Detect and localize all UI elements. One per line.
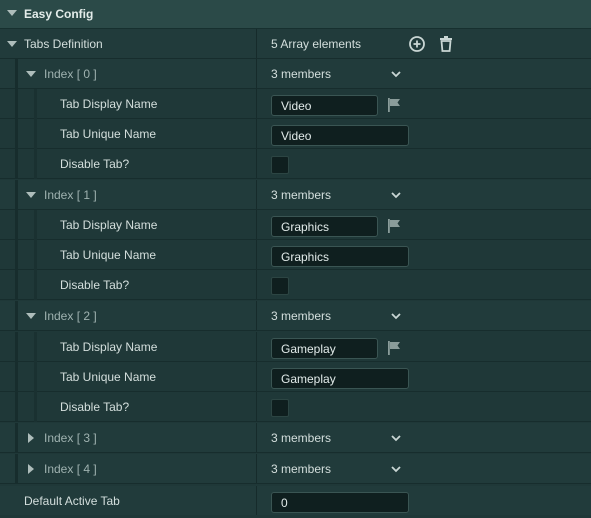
- element-index-label: Index [ 2 ]: [44, 309, 97, 323]
- trash-icon[interactable]: [437, 35, 455, 53]
- tab-unique-name-label: Tab Unique Name: [60, 127, 157, 141]
- tab-unique-name-row: Tab Unique Name Video: [0, 119, 591, 149]
- details-panel: Easy Config Tabs Definition 5 Array elem…: [0, 0, 591, 518]
- disable-tab-checkbox[interactable]: [271, 277, 289, 295]
- tab-display-name-input[interactable]: Graphics: [271, 216, 378, 237]
- tab-display-name-row: Tab Display Name Video: [0, 89, 591, 119]
- array-count: 5 Array elements: [271, 37, 362, 51]
- expand-arrow-icon[interactable]: [26, 313, 36, 319]
- expand-arrow-icon[interactable]: [28, 433, 34, 443]
- disable-tab-label: Disable Tab?: [60, 400, 130, 414]
- section-header-easy-config[interactable]: Easy Config: [0, 0, 591, 29]
- disable-tab-checkbox[interactable]: [271, 399, 289, 417]
- expand-arrow-icon[interactable]: [28, 464, 34, 474]
- expand-arrow-icon[interactable]: [26, 192, 36, 198]
- section-title: Easy Config: [24, 7, 94, 21]
- chevron-down-icon[interactable]: [390, 68, 402, 80]
- tabs-definition-row: Tabs Definition 5 Array elements: [0, 29, 591, 59]
- default-active-tab-input[interactable]: 0: [271, 492, 409, 513]
- collapse-arrow-icon[interactable]: [7, 10, 17, 16]
- chevron-down-icon[interactable]: [390, 463, 402, 475]
- tabs-definition-label: Tabs Definition: [24, 37, 103, 51]
- tab-display-name-row: Tab Display Name Gameplay: [0, 332, 591, 362]
- members-count: 3 members: [271, 67, 332, 81]
- localization-flag-icon[interactable]: [386, 340, 402, 356]
- chevron-down-icon[interactable]: [390, 432, 402, 444]
- disable-tab-row: Disable Tab?: [0, 392, 591, 422]
- disable-tab-row: Disable Tab?: [0, 149, 591, 179]
- tab-display-name-input[interactable]: Gameplay: [271, 338, 378, 359]
- disable-tab-label: Disable Tab?: [60, 278, 130, 292]
- disable-tab-label: Disable Tab?: [60, 157, 130, 171]
- tab-unique-name-input[interactable]: Video: [271, 125, 409, 146]
- array-element-row: Index [ 1 ] 3 members: [0, 180, 591, 210]
- element-index-label: Index [ 4 ]: [44, 462, 97, 476]
- array-element-row: Index [ 2 ] 3 members: [0, 301, 591, 331]
- plus-circle-icon[interactable]: [408, 35, 426, 53]
- tab-unique-name-label: Tab Unique Name: [60, 248, 157, 262]
- localization-flag-icon[interactable]: [386, 97, 402, 113]
- expand-arrow-icon[interactable]: [26, 71, 36, 77]
- disable-tab-checkbox[interactable]: [271, 156, 289, 174]
- tab-unique-name-input[interactable]: Graphics: [271, 246, 409, 267]
- tab-unique-name-row: Tab Unique Name Graphics: [0, 240, 591, 270]
- array-element-row: Index [ 3 ] 3 members: [0, 423, 591, 453]
- localization-flag-icon[interactable]: [386, 218, 402, 234]
- members-count: 3 members: [271, 462, 332, 476]
- disable-tab-row: Disable Tab?: [0, 270, 591, 300]
- tab-unique-name-input[interactable]: Gameplay: [271, 368, 409, 389]
- tab-display-name-label: Tab Display Name: [60, 340, 158, 354]
- members-count: 3 members: [271, 188, 332, 202]
- tab-display-name-input[interactable]: Video: [271, 95, 378, 116]
- expand-arrow-icon[interactable]: [7, 41, 17, 47]
- tab-display-name-label: Tab Display Name: [60, 218, 158, 232]
- tab-unique-name-row: Tab Unique Name Gameplay: [0, 362, 591, 392]
- tab-display-name-row: Tab Display Name Graphics: [0, 210, 591, 240]
- array-element-row: Index [ 0 ] 3 members: [0, 59, 591, 89]
- element-index-label: Index [ 0 ]: [44, 67, 97, 81]
- tab-display-name-label: Tab Display Name: [60, 97, 158, 111]
- element-index-label: Index [ 1 ]: [44, 188, 97, 202]
- default-active-tab-label: Default Active Tab: [24, 494, 120, 508]
- tab-unique-name-label: Tab Unique Name: [60, 370, 157, 384]
- members-count: 3 members: [271, 431, 332, 445]
- chevron-down-icon[interactable]: [390, 189, 402, 201]
- members-count: 3 members: [271, 309, 332, 323]
- default-active-tab-row: Default Active Tab 0: [0, 486, 591, 518]
- array-element-row: Index [ 4 ] 3 members: [0, 454, 591, 484]
- element-index-label: Index [ 3 ]: [44, 431, 97, 445]
- chevron-down-icon[interactable]: [390, 310, 402, 322]
